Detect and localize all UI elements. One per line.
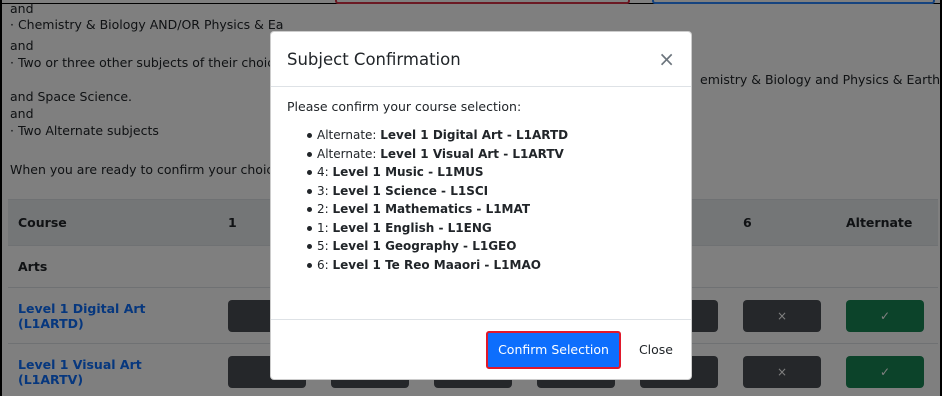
close-icon[interactable]: × — [658, 49, 675, 69]
item-name: Level 1 Visual Art - L1ARTV — [380, 146, 564, 161]
confirm-selection-button[interactable]: Confirm Selection — [486, 330, 621, 369]
item-name: Level 1 English - L1ENG — [332, 220, 492, 235]
list-item: 4: Level 1 Music - L1MUS — [307, 163, 675, 182]
list-item: 6: Level 1 Te Reo Maaori - L1MAO — [307, 256, 675, 275]
page-frame: and · Chemistry & Biology AND/OR Physics… — [0, 0, 942, 396]
subject-confirmation-modal: Subject Confirmation × Please confirm yo… — [270, 31, 692, 380]
item-name: Level 1 Music - L1MUS — [332, 165, 484, 179]
list-item: 5: Level 1 Geography - L1GEO — [307, 237, 675, 256]
item-prefix: 4: — [317, 165, 333, 179]
list-item: Alternate: Level 1 Visual Art - L1ARTV — [307, 145, 675, 164]
modal-title: Subject Confirmation — [287, 49, 461, 69]
item-name: Level 1 Mathematics - L1MAT — [332, 202, 531, 216]
modal-body: Please confirm your course selection: Al… — [271, 87, 691, 320]
modal-header: Subject Confirmation × — [271, 32, 691, 87]
item-prefix: 5: — [317, 239, 333, 253]
item-prefix: 6: — [317, 257, 333, 272]
item-name: Level 1 Te Reo Maaori - L1MAO — [332, 257, 541, 272]
item-name: Level 1 Geography - L1GEO — [332, 239, 517, 253]
item-name: Level 1 Science - L1SCI — [332, 183, 489, 198]
item-prefix: Alternate: — [317, 146, 381, 161]
list-item: 3: Level 1 Science - L1SCI — [307, 182, 675, 201]
modal-intro-text: Please confirm your course selection: — [287, 99, 522, 114]
item-prefix: 1: — [317, 220, 333, 235]
close-button[interactable]: Close — [635, 342, 677, 357]
list-item: Alternate: Level 1 Digital Art - L1ARTD — [307, 126, 675, 145]
item-prefix: 2: — [317, 202, 333, 216]
list-item: 2: Level 1 Mathematics - L1MAT — [307, 200, 675, 219]
list-item: 1: Level 1 English - L1ENG — [307, 219, 675, 238]
selection-list: Alternate: Level 1 Digital Art - L1ARTD … — [287, 126, 675, 274]
modal-footer: Confirm Selection Close — [271, 319, 691, 379]
item-prefix: Alternate: — [317, 128, 381, 142]
item-prefix: 3: — [317, 183, 333, 198]
item-name: Level 1 Digital Art - L1ARTD — [380, 128, 569, 142]
